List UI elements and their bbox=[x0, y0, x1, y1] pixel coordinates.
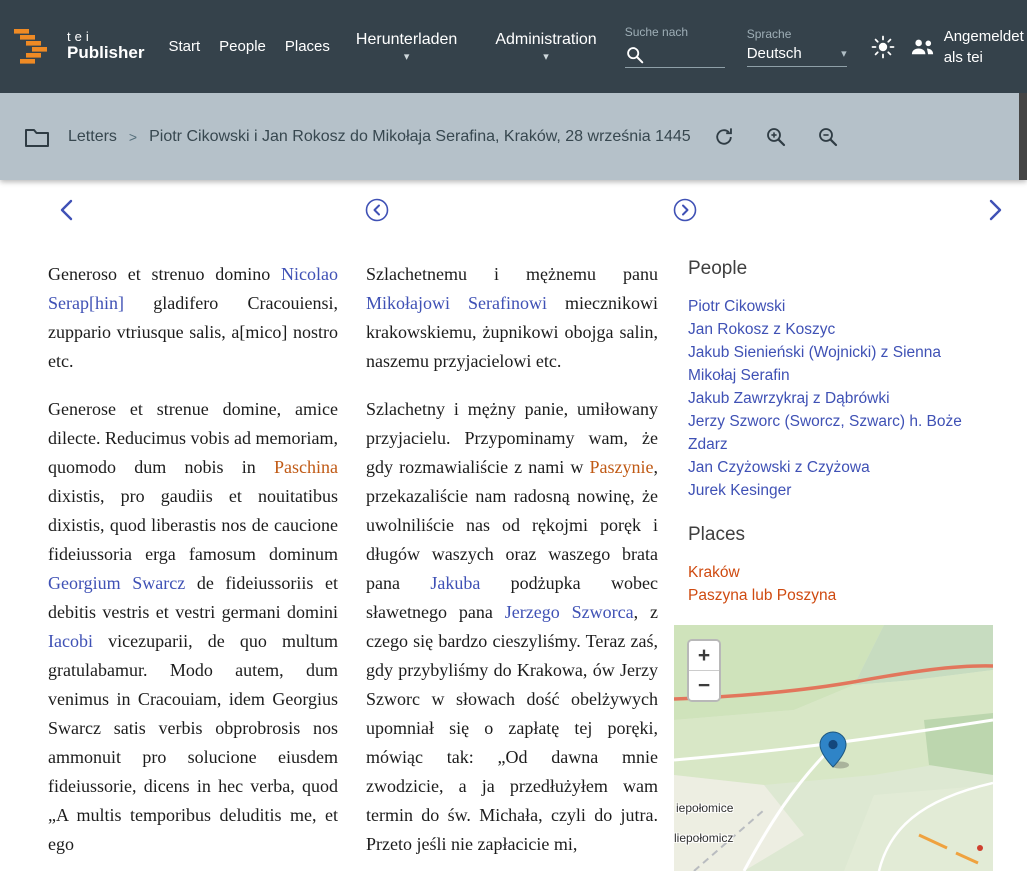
zoom-out-icon bbox=[817, 126, 839, 148]
document-view: Generoso et strenuo domino Nicolao Serap… bbox=[0, 180, 1027, 880]
people-list: Piotr CikowskiJan Rokosz z KoszycJakub S… bbox=[688, 295, 993, 502]
search-icon[interactable] bbox=[625, 45, 645, 65]
language-selected: Deutsch bbox=[747, 45, 802, 62]
nav-administration-label: Administration bbox=[495, 31, 596, 49]
folder-icon bbox=[24, 126, 50, 148]
person-link[interactable]: Jakub Sienieński (Wojnicki) z Sienna bbox=[688, 341, 993, 364]
map-zoom-out-button[interactable]: − bbox=[689, 671, 719, 700]
scrollbar-thumb[interactable] bbox=[1019, 93, 1027, 180]
nav-herunterladen-label: Herunterladen bbox=[356, 31, 457, 49]
nav-herunterladen[interactable]: Herunterladen ▾ bbox=[356, 31, 457, 62]
content-columns: Generoso et strenuo domino Nicolao Serap… bbox=[48, 260, 993, 878]
paragraph: Szlachetnemu i mężnemu panu Mikołajowi S… bbox=[366, 260, 658, 376]
text-segment: Generoso et strenuo domino bbox=[48, 264, 281, 284]
latin-text-column: Generoso et strenuo domino Nicolao Serap… bbox=[48, 260, 338, 878]
map-place-label: iepołomice bbox=[676, 801, 733, 815]
paragraph: Generoso et strenuo domino Nicolao Serap… bbox=[48, 260, 338, 376]
text-segment: , z czego się bardzo cieszyliśmy. Teraz … bbox=[366, 602, 658, 854]
places-heading: Places bbox=[688, 524, 993, 546]
logo-tei-text: tei bbox=[67, 30, 144, 44]
person-link[interactable]: Jan Rokosz z Koszyc bbox=[688, 318, 993, 341]
map-zoom-control: + − bbox=[687, 639, 721, 702]
person-link[interactable]: Mikołajowi Serafinowi bbox=[366, 293, 547, 313]
tei-publisher-logo-icon bbox=[14, 26, 58, 68]
text-segment: dixistis, pro gaudiis et nouitatibus dix… bbox=[48, 486, 338, 564]
next-page-chevron[interactable] bbox=[982, 197, 1006, 223]
breadcrumb-bar: Letters > Piotr Cikowski i Jan Rokosz do… bbox=[0, 93, 1027, 180]
previous-page-chevron[interactable] bbox=[56, 197, 80, 223]
chevron-down-icon: ▾ bbox=[404, 52, 410, 62]
paragraph: Szlachetny i mężny panie, umiłowany przy… bbox=[366, 395, 658, 859]
zoom-in-button[interactable] bbox=[765, 126, 787, 148]
chevron-down-icon: ▾ bbox=[841, 47, 847, 60]
map-place-label: liepołomicz bbox=[674, 831, 733, 845]
next-column-button[interactable] bbox=[672, 197, 698, 223]
person-link[interactable]: Mikołaj Serafin bbox=[688, 364, 993, 387]
top-navbar: tei Publisher Start People Places Herunt… bbox=[0, 0, 1027, 93]
person-link[interactable]: Iacobi bbox=[48, 631, 93, 651]
nav-administration[interactable]: Administration ▾ bbox=[495, 31, 596, 62]
metadata-sidebar: People Piotr CikowskiJan Rokosz z Koszyc… bbox=[688, 260, 993, 871]
app-logo[interactable]: tei Publisher bbox=[14, 26, 144, 68]
document-title: Piotr Cikowski i Jan Rokosz do Mikołaja … bbox=[149, 128, 691, 146]
person-link[interactable]: Jurek Kesinger bbox=[688, 479, 993, 502]
map-zoom-in-button[interactable]: + bbox=[689, 641, 719, 671]
people-icon bbox=[909, 38, 936, 56]
search-input[interactable] bbox=[649, 43, 725, 65]
person-link[interactable]: Jakub Zawrzykraj z Dąbrówki bbox=[688, 387, 993, 410]
place-link[interactable]: Kraków bbox=[688, 561, 993, 584]
person-link[interactable]: Jerzy Szworc (Sworcz, Szwarc) h. Boże Zd… bbox=[688, 410, 993, 456]
reload-button[interactable] bbox=[713, 126, 735, 148]
language-box: Sprache Deutsch ▾ bbox=[747, 27, 847, 67]
account-info[interactable]: Angemeldet als tei bbox=[909, 26, 1027, 68]
breadcrumb-root[interactable]: Letters bbox=[68, 128, 117, 146]
previous-column-button[interactable] bbox=[364, 197, 390, 223]
zoom-in-icon bbox=[765, 126, 787, 148]
logo-publisher-text: Publisher bbox=[67, 44, 144, 63]
search-label: Suche nach bbox=[625, 25, 725, 39]
places-list: KrakówPaszyna lub Poszyna bbox=[688, 561, 993, 607]
paragraph: Generose et strenue domine, amice dilect… bbox=[48, 395, 338, 859]
toc-button[interactable] bbox=[24, 126, 50, 148]
logo-text: tei Publisher bbox=[67, 30, 144, 63]
nav-people[interactable]: People bbox=[219, 38, 266, 55]
toolbar-actions bbox=[713, 126, 839, 148]
place-link[interactable]: Paszynie bbox=[590, 457, 654, 477]
place-link[interactable]: Paszyna lub Poszyna bbox=[688, 584, 993, 607]
map[interactable]: + − iepołomice liepołomicz bbox=[674, 625, 993, 871]
refresh-icon bbox=[713, 126, 735, 148]
polish-text-column: Szlachetnemu i mężnemu panu Mikołajowi S… bbox=[366, 260, 658, 878]
nav-places[interactable]: Places bbox=[285, 38, 330, 55]
text-segment: Szlachetnemu i mężnemu panu bbox=[366, 264, 658, 284]
chevron-down-icon: ▾ bbox=[543, 52, 549, 62]
language-label: Sprache bbox=[747, 27, 847, 41]
sun-icon bbox=[871, 35, 895, 59]
person-link[interactable]: Georgium Swarcz bbox=[48, 573, 185, 593]
theme-toggle-button[interactable] bbox=[871, 35, 895, 59]
zoom-out-button[interactable] bbox=[817, 126, 839, 148]
person-link[interactable]: Jerzego Szworca bbox=[505, 602, 634, 622]
person-link[interactable]: Piotr Cikowski bbox=[688, 295, 993, 318]
person-link[interactable]: Jan Czyżowski z Czyżowa bbox=[688, 456, 993, 479]
place-link[interactable]: Paschina bbox=[274, 457, 338, 477]
language-select[interactable]: Deutsch ▾ bbox=[747, 45, 847, 67]
breadcrumb-separator: > bbox=[129, 129, 137, 145]
person-link[interactable]: Jakuba bbox=[430, 573, 480, 593]
nav-start[interactable]: Start bbox=[168, 38, 200, 55]
people-heading: People bbox=[688, 258, 993, 280]
account-label: Angemeldet als tei bbox=[944, 26, 1027, 68]
main-nav: Start People Places bbox=[168, 38, 329, 55]
text-segment: vicezuparii, de quo multum gratulabamur.… bbox=[48, 631, 338, 854]
search-box: Suche nach bbox=[625, 25, 725, 68]
